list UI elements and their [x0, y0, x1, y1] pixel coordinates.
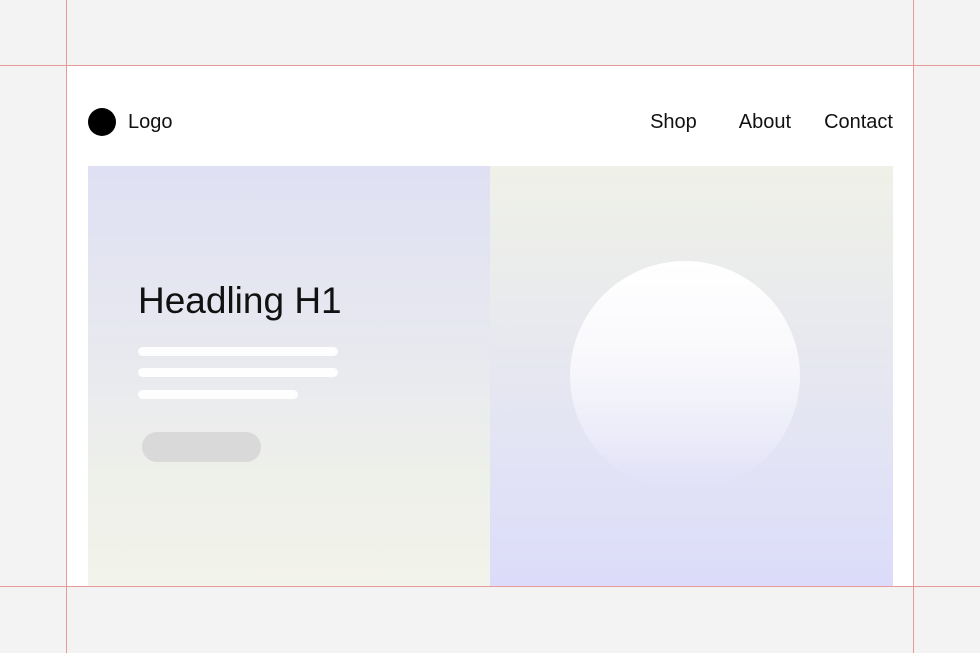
hero-image-panel [490, 166, 893, 586]
guide-line-right [913, 0, 914, 653]
guide-line-left [66, 0, 67, 653]
logo-circle-icon [88, 108, 116, 136]
hero-circle-graphic [570, 261, 800, 491]
main-nav: Shop About Contact [650, 108, 893, 136]
nav-item-contact[interactable]: Contact [824, 108, 893, 136]
guide-line-bottom [0, 586, 980, 587]
guide-line-top [0, 65, 980, 66]
logo-label: Logo [128, 111, 173, 133]
logo[interactable]: Logo [88, 108, 173, 136]
text-placeholder-line [138, 347, 338, 356]
hero-section: Headling H1 [88, 166, 893, 586]
hero-headline: Headling H1 [138, 280, 342, 321]
nav-item-shop[interactable]: Shop [650, 108, 697, 136]
cta-button[interactable] [142, 432, 261, 462]
page-frame: Logo Shop About Contact Headling H1 [67, 66, 913, 586]
nav-item-about[interactable]: About [739, 108, 791, 136]
site-header: Logo Shop About Contact [88, 108, 893, 136]
text-placeholder-line [138, 390, 298, 399]
text-placeholder-line [138, 368, 338, 377]
hero-text-panel: Headling H1 [88, 166, 490, 586]
